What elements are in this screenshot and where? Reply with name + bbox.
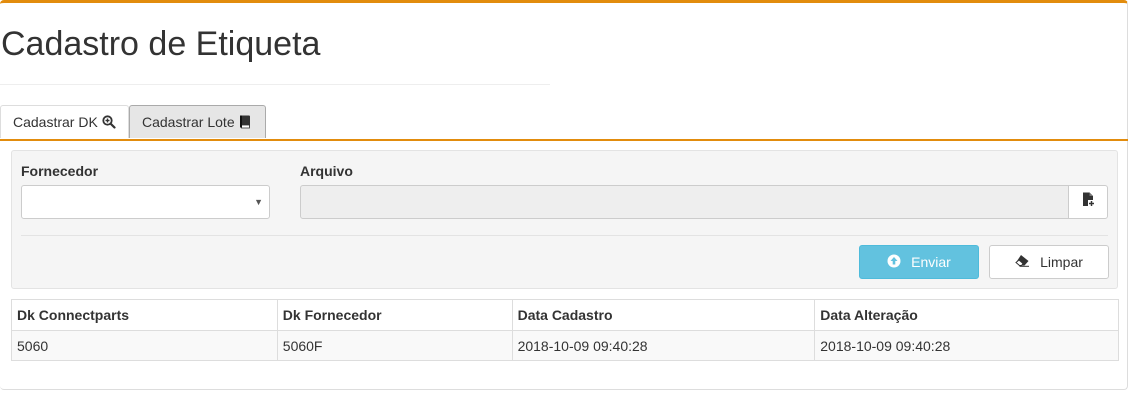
browse-file-button[interactable] — [1068, 185, 1108, 219]
clear-label: Limpar — [1040, 254, 1083, 270]
clear-button[interactable]: Limpar — [989, 245, 1109, 279]
page-title: Cadastro de Etiqueta — [1, 25, 321, 63]
cell-dk-fornecedor: 5060F — [276, 330, 513, 361]
form-divider — [21, 235, 1108, 236]
column-header: Dk Connectparts — [11, 299, 278, 331]
tab-cadastrar-dk[interactable]: Cadastrar DK — [0, 105, 129, 138]
tab-label: Cadastrar DK — [13, 114, 98, 130]
column-header: Data Alteração — [814, 299, 1119, 331]
tab-divider — [0, 139, 1128, 141]
search-plus-icon — [102, 115, 116, 129]
supplier-select[interactable]: ▼ — [21, 185, 270, 219]
tab-cadastrar-lote[interactable]: Cadastrar Lote — [129, 105, 266, 138]
cell-data-cadastro: 2018-10-09 09:40:28 — [511, 330, 816, 361]
eraser-icon — [1015, 254, 1030, 270]
upload-form: Fornecedor ▼ Arquivo Enviar Limpar — [11, 150, 1118, 289]
title-divider — [0, 84, 550, 85]
send-button[interactable]: Enviar — [859, 245, 979, 279]
tab-label: Cadastrar Lote — [142, 114, 235, 130]
cell-dk-connectparts: 5060 — [11, 330, 278, 361]
cell-data-alteracao: 2018-10-09 09:40:28 — [814, 330, 1119, 361]
file-label: Arquivo — [300, 163, 353, 179]
send-label: Enviar — [911, 254, 951, 270]
table-row[interactable]: 5060 5060F 2018-10-09 09:40:28 2018-10-0… — [11, 330, 1119, 361]
table-header-row: Dk Connectparts Dk Fornecedor Data Cadas… — [11, 299, 1119, 331]
labels-table: Dk Connectparts Dk Fornecedor Data Cadas… — [11, 299, 1119, 361]
file-input[interactable] — [300, 185, 1069, 219]
book-icon — [239, 115, 251, 129]
caret-down-icon: ▼ — [254, 197, 263, 207]
file-upload-icon — [1082, 192, 1095, 212]
upload-circle-icon — [887, 254, 901, 271]
column-header: Dk Fornecedor — [276, 299, 513, 331]
column-header: Data Cadastro — [511, 299, 816, 331]
supplier-label: Fornecedor — [21, 163, 99, 179]
